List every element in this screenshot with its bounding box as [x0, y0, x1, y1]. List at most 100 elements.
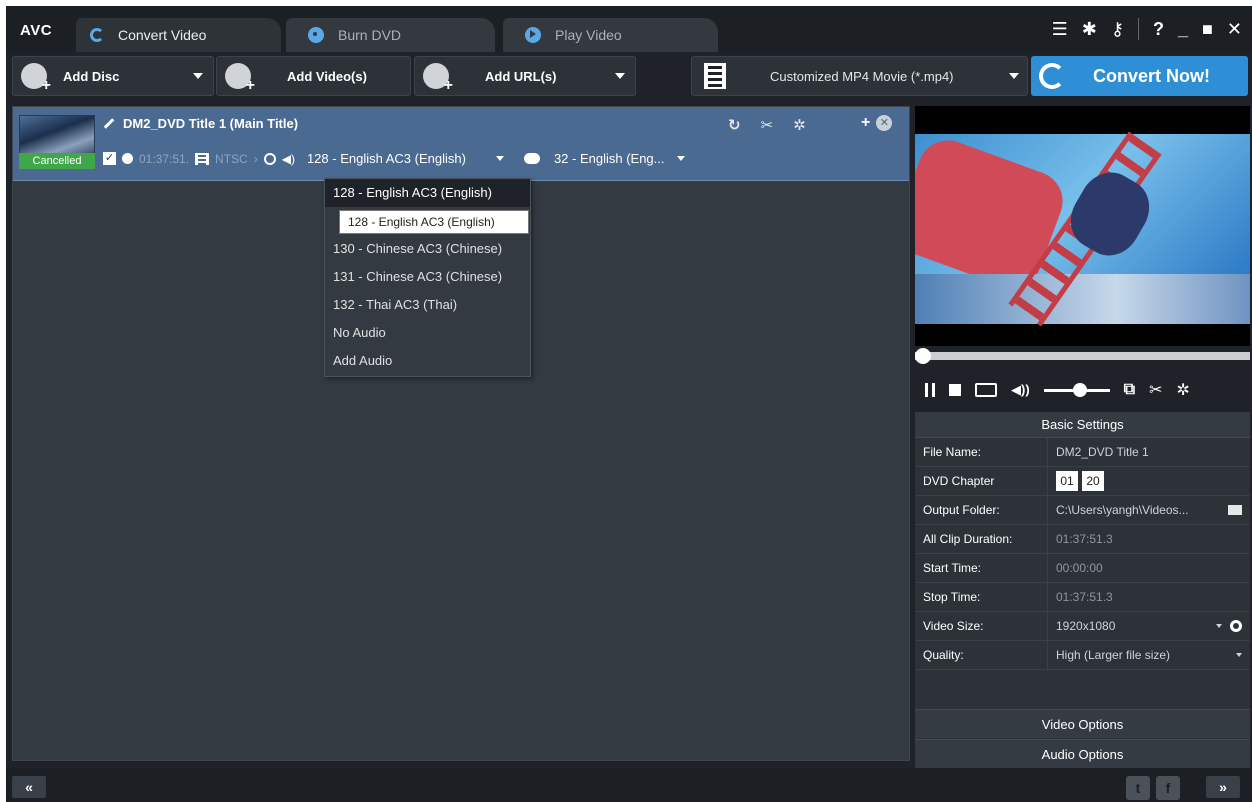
twitter-icon[interactable]: t: [1126, 776, 1150, 800]
settings-icon[interactable]: [263, 152, 276, 165]
tab-burn-dvd[interactable]: Burn DVD: [286, 18, 495, 52]
chevron-down-icon[interactable]: [615, 73, 625, 79]
window-controls: ☰ ✱ ⚷ ? _ ■ ✕: [1052, 18, 1242, 40]
maximize-icon[interactable]: ■: [1202, 19, 1213, 40]
video-size-select[interactable]: 1920x1080: [1048, 612, 1250, 640]
scissors-icon[interactable]: ✂: [1149, 380, 1162, 400]
subtitle-select[interactable]: 32 - English (Eng...: [554, 151, 665, 166]
chevron-down-icon[interactable]: [676, 156, 685, 161]
settings-header[interactable]: Basic Settings: [915, 412, 1250, 438]
add-videos-button[interactable]: Add Video(s): [216, 56, 411, 96]
app-window: AVC Convert Video Burn DVD Play Video ☰ …: [6, 6, 1252, 802]
menu-icon[interactable]: ☰: [1052, 19, 1068, 40]
collapse-left-button[interactable]: «: [12, 776, 46, 798]
toolbar: Add Disc Add Video(s) Add URL(s) Customi…: [6, 52, 1252, 102]
row-add-remove: + ✕: [861, 114, 893, 132]
setting-label: File Name:: [915, 438, 1048, 466]
subtitle-icon: [523, 153, 540, 164]
setting-row: Start Time: 00:00:00: [915, 554, 1250, 583]
output-profile-select[interactable]: Customized MP4 Movie (*.mp4): [691, 56, 1028, 96]
magic-wand-icon[interactable]: ✲: [1177, 380, 1190, 400]
convert-now-button[interactable]: Convert Now!: [1031, 56, 1248, 96]
dropdown-item[interactable]: 128 - English AC3 (English): [325, 179, 530, 207]
file-title-text[interactable]: DM2_DVD Title 1 (Main Title): [123, 116, 298, 131]
volume-handle[interactable]: [1072, 382, 1087, 397]
dvd-icon: [308, 27, 324, 43]
audio-track-dropdown: 128 - English AC3 (English) 130 - Chines…: [324, 178, 531, 377]
start-time-field[interactable]: 00:00:00: [1048, 554, 1250, 582]
dropdown-item[interactable]: 131 - Chinese AC3 (Chinese): [325, 263, 530, 291]
tab-play-video[interactable]: Play Video: [503, 18, 718, 52]
quality-select[interactable]: High (Larger file size): [1048, 641, 1250, 669]
seek-bar[interactable]: [915, 352, 1250, 360]
speaker-icon: ◀): [281, 151, 295, 166]
video-options-button[interactable]: Video Options: [915, 709, 1250, 738]
dropdown-item[interactable]: No Audio: [325, 319, 530, 347]
stop-icon[interactable]: [949, 384, 961, 396]
video-preview[interactable]: [915, 106, 1250, 346]
scissors-icon[interactable]: ✂: [761, 116, 774, 134]
video-standard: NTSC: [215, 151, 248, 166]
setting-label: All Clip Duration:: [915, 525, 1048, 553]
key-icon[interactable]: ⚷: [1111, 19, 1124, 40]
snapshot-icon[interactable]: [975, 383, 997, 397]
quality-value: High (Larger file size): [1056, 648, 1171, 662]
setting-label: Stop Time:: [915, 583, 1048, 611]
add-disc-button[interactable]: Add Disc: [12, 56, 214, 96]
gear-icon[interactable]: [1230, 620, 1242, 632]
volume-slider[interactable]: [1043, 382, 1110, 397]
divider: [1138, 18, 1140, 40]
tooltip: 128 - English AC3 (English): [339, 210, 529, 234]
pause-icon[interactable]: [925, 383, 935, 397]
output-profile-value: Customized MP4 Movie (*.mp4): [770, 68, 954, 84]
tab-convert-video[interactable]: Convert Video: [76, 18, 281, 52]
setting-row: All Clip Duration: 01:37:51.3: [915, 525, 1250, 554]
seek-handle[interactable]: [915, 348, 931, 364]
output-folder-field[interactable]: C:\Users\yangh\Videos...: [1048, 496, 1250, 524]
magic-wand-icon[interactable]: ✲: [793, 116, 806, 134]
setting-label: DVD Chapter: [915, 467, 1048, 495]
checkbox[interactable]: ✓: [103, 152, 116, 165]
dvd-chapter-field: 01 20: [1048, 467, 1250, 495]
audio-options-button[interactable]: Audio Options: [915, 739, 1250, 768]
dropdown-item[interactable]: 130 - Chinese AC3 (Chinese): [325, 235, 530, 263]
folder-icon[interactable]: [1228, 505, 1242, 515]
refresh-icon[interactable]: ↻: [728, 116, 741, 134]
player-controls: ◀)) ⧉ ✂ ✲: [915, 370, 1250, 410]
chevron-down-icon[interactable]: [1216, 624, 1222, 628]
chevron-down-icon[interactable]: [1009, 73, 1019, 79]
popout-icon[interactable]: ⧉: [1124, 381, 1135, 399]
pencil-icon[interactable]: [103, 118, 115, 129]
help-icon[interactable]: ?: [1153, 19, 1164, 40]
dropdown-item[interactable]: 132 - Thai AC3 (Thai): [325, 291, 530, 319]
audio-track-select[interactable]: 128 - English AC3 (English): [307, 151, 466, 166]
add-url-button[interactable]: Add URL(s): [414, 56, 636, 96]
add-disc-label: Add Disc: [63, 68, 120, 84]
chapter-end-input[interactable]: 20: [1082, 471, 1104, 491]
file-name-field[interactable]: DM2_DVD Title 1: [1048, 438, 1250, 466]
gear-icon[interactable]: ✱: [1082, 19, 1097, 40]
collapse-right-button[interactable]: »: [1206, 776, 1240, 798]
facebook-icon[interactable]: f: [1156, 776, 1180, 800]
chapter-start-input[interactable]: 01: [1056, 471, 1078, 491]
setting-row: Stop Time: 01:37:51.3: [915, 583, 1250, 612]
output-folder-value: C:\Users\yangh\Videos...: [1056, 503, 1189, 517]
chevron-down-icon[interactable]: [495, 156, 504, 161]
minimize-icon[interactable]: _: [1178, 19, 1188, 40]
setting-row: Video Size: 1920x1080: [915, 612, 1250, 641]
add-icon[interactable]: +: [861, 114, 870, 132]
close-icon[interactable]: ✕: [1227, 19, 1242, 40]
chevron-down-icon[interactable]: [1236, 653, 1242, 657]
file-row[interactable]: Cancelled DM2_DVD Title 1 (Main Title) ↻…: [13, 107, 909, 181]
chevron-right-icon: ›: [253, 151, 258, 166]
add-disc-icon: [21, 63, 51, 95]
stop-time-field[interactable]: 01:37:51.3: [1048, 583, 1250, 611]
volume-icon[interactable]: ◀)): [1011, 382, 1030, 398]
setting-row: DVD Chapter 01 20: [915, 467, 1250, 496]
chevron-down-icon[interactable]: [193, 73, 203, 79]
remove-icon[interactable]: ✕: [876, 115, 893, 131]
setting-row: Quality: High (Larger file size): [915, 641, 1250, 670]
dropdown-item[interactable]: Add Audio: [325, 347, 530, 375]
file-title: DM2_DVD Title 1 (Main Title): [103, 116, 298, 131]
preview-shape: [915, 274, 1250, 324]
